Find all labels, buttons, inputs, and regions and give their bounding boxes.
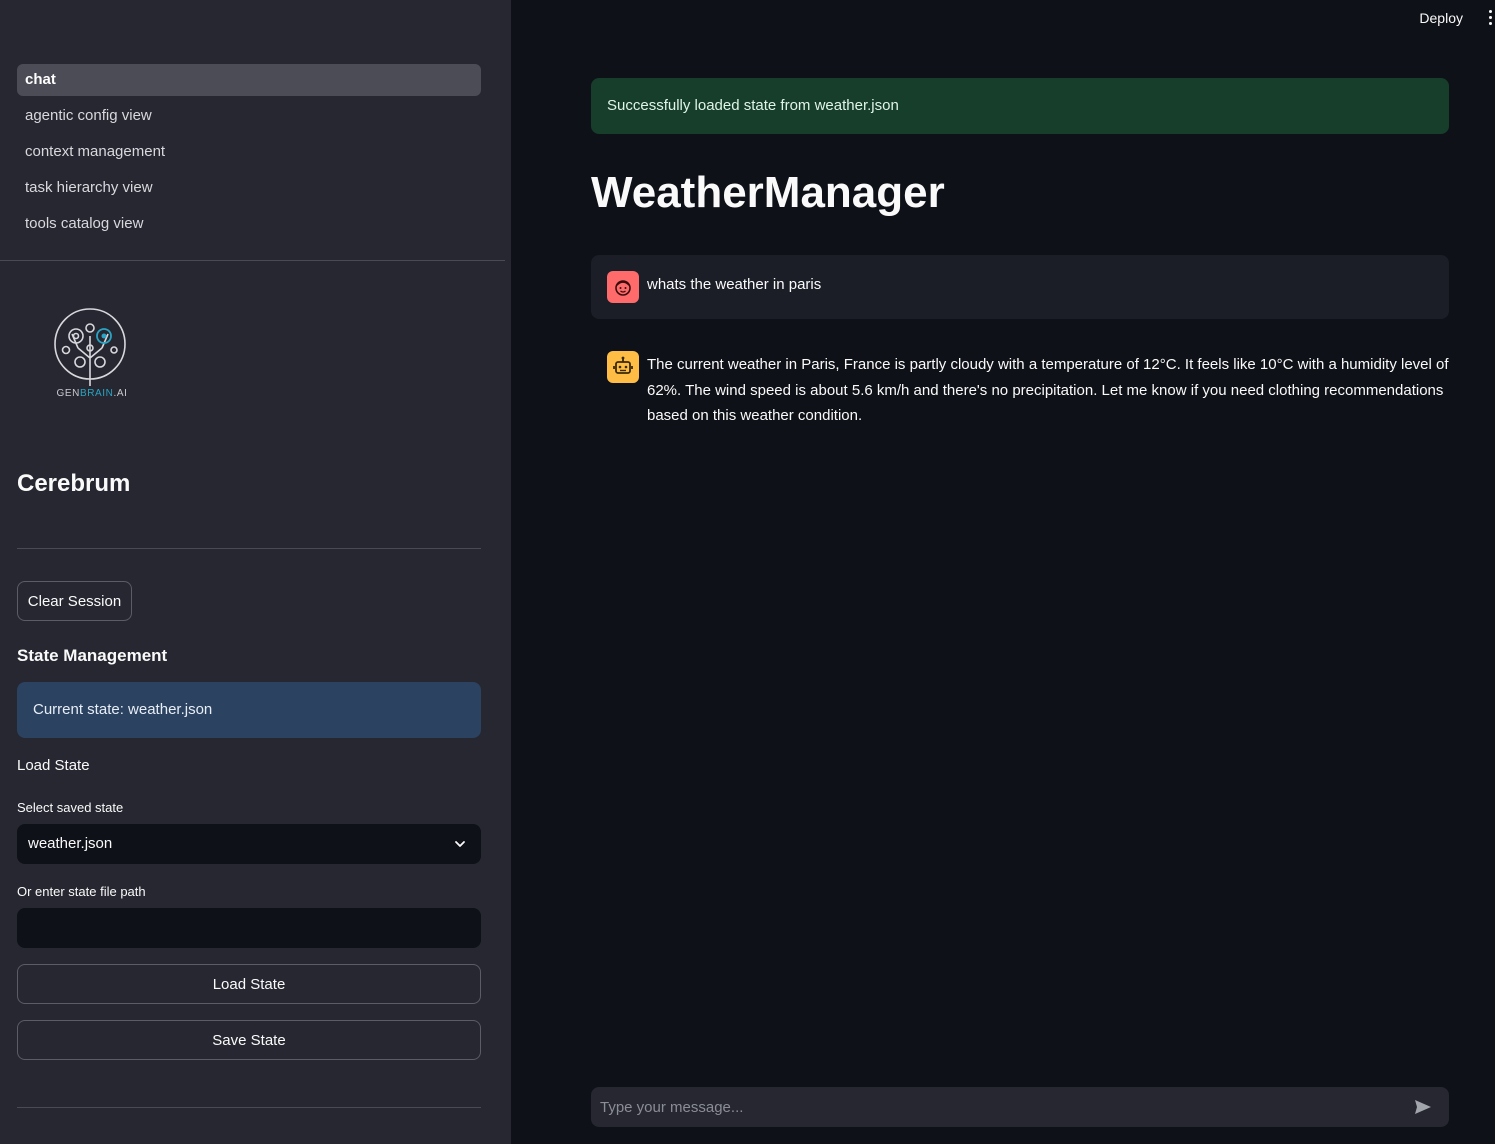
nav-item-tools-catalog-view[interactable]: tools catalog view: [17, 208, 481, 240]
main-content: Deploy Successfully loaded state from we…: [511, 0, 1495, 1144]
saved-state-select[interactable]: weather.json: [17, 824, 481, 864]
brand-title: Cerebrum: [17, 470, 131, 497]
sidebar: chat agentic config view context managem…: [0, 0, 511, 1144]
chat-message-user: whats the weather in paris: [591, 255, 1449, 319]
genbrain-logo: GENBRAIN.AI: [52, 306, 132, 402]
chat-message-text: whats the weather in paris: [647, 276, 822, 293]
sidebar-nav: chat agentic config view context managem…: [17, 64, 481, 244]
chat-message-text: The current weather in Paris, France is …: [647, 356, 1449, 424]
user-face-icon: [607, 271, 639, 303]
robot-icon: [607, 351, 639, 383]
chat-input-bar: [591, 1087, 1449, 1127]
saved-state-select-value: weather.json: [28, 835, 113, 852]
chevron-down-icon: [455, 841, 465, 847]
state-path-label: Or enter state file path: [17, 884, 146, 899]
load-state-button[interactable]: Load State: [17, 964, 481, 1004]
app-root: chat agentic config view context managem…: [0, 0, 1495, 1144]
sidebar-bottom-divider: [17, 1107, 481, 1108]
save-state-button[interactable]: Save State: [17, 1020, 481, 1060]
state-management-heading: State Management: [17, 646, 168, 665]
load-state-heading: Load State: [17, 757, 90, 774]
page-title: WeatherManager: [591, 168, 945, 217]
select-saved-state-label: Select saved state: [17, 800, 124, 815]
nav-item-context-management[interactable]: context management: [17, 136, 481, 168]
main-menu-icon[interactable]: [1487, 10, 1493, 28]
send-icon[interactable]: [1413, 1097, 1433, 1117]
nav-item-chat[interactable]: chat: [17, 64, 481, 96]
logo-wordmark: GENBRAIN.AI: [56, 388, 128, 399]
state-path-input[interactable]: [17, 908, 481, 948]
chat-message-assistant: The current weather in Paris, France is …: [591, 335, 1449, 445]
nav-item-agentic-config-view[interactable]: agentic config view: [17, 100, 481, 132]
brain-tree-logo-icon: [54, 308, 126, 386]
clear-session-button[interactable]: Clear Session: [17, 581, 132, 621]
success-alert: Successfully loaded state from weather.j…: [591, 78, 1449, 134]
current-state-info: Current state: weather.json: [17, 682, 481, 738]
nav-item-task-hierarchy-view[interactable]: task hierarchy view: [17, 172, 481, 204]
sidebar-divider: [17, 548, 481, 549]
chat-message-input[interactable]: [591, 1087, 1391, 1127]
nav-divider: [0, 260, 505, 261]
deploy-button[interactable]: Deploy: [1419, 10, 1463, 26]
